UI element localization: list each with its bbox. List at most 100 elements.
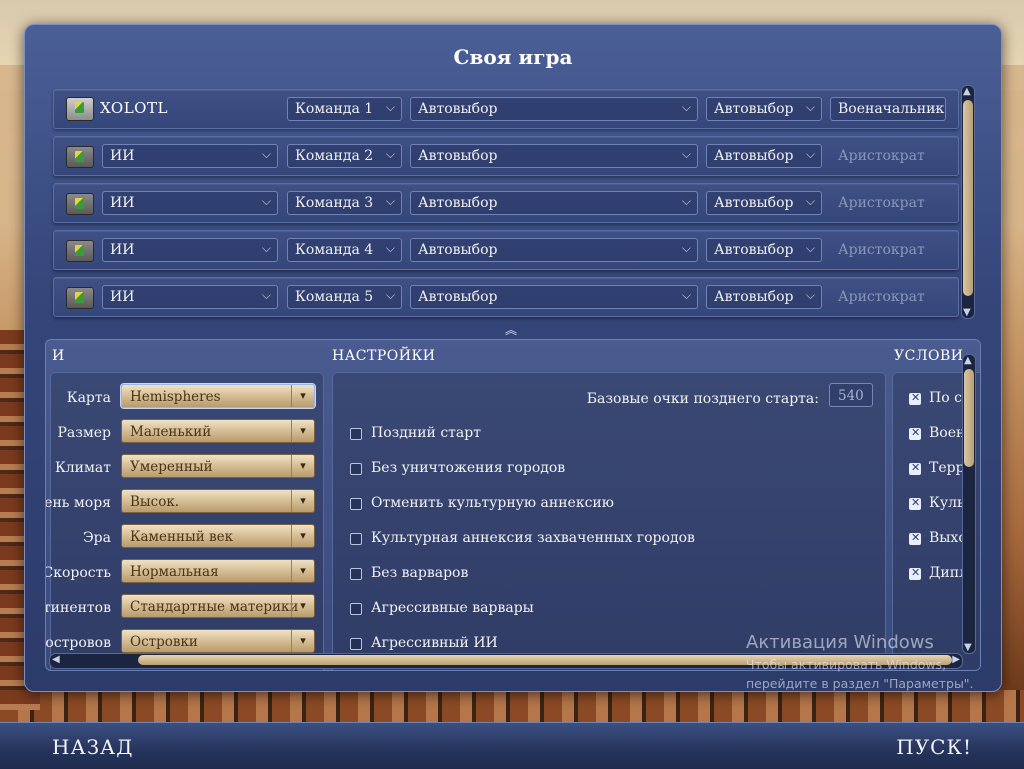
difficulty-select[interactable]: Военачальник ⌵: [830, 97, 946, 121]
option-label: Эра: [82, 530, 111, 546]
back-button[interactable]: НАЗАД: [52, 735, 133, 759]
handicap-select[interactable]: Автовыбор ⌵: [706, 97, 822, 121]
chevron-down-icon: ⌵: [261, 147, 271, 161]
player-type-select[interactable]: ИИ ⌵: [102, 191, 278, 215]
chevron-down-icon: ⌵: [261, 194, 271, 208]
civ-select[interactable]: Автовыбор ⌵: [410, 144, 698, 168]
team-select[interactable]: Команда 4 ⌵: [287, 238, 402, 262]
climate-select[interactable]: Умеренный ▾: [121, 454, 315, 478]
player-row: XOLOTL Команда 1 ⌵ Автовыбор ⌵ Автовыбор ⌵ …: [53, 89, 959, 129]
leader-portrait-icon[interactable]: [66, 97, 94, 121]
option-label: островов: [45, 635, 111, 651]
scroll-up-icon[interactable]: ▲: [964, 355, 972, 366]
players-scrollbar[interactable]: ▲ ▼: [961, 85, 975, 319]
player-row: ИИ ⌵ Команда 2 ⌵ Автовыбор ⌵ Автовыбор ⌵ Ари…: [53, 136, 959, 176]
handicap-select[interactable]: Автовыбор ⌵: [706, 285, 822, 309]
scroll-down-icon[interactable]: ▼: [963, 307, 971, 318]
leader-portrait-icon[interactable]: [66, 240, 94, 262]
checkbox-label: Без варваров: [371, 565, 469, 581]
victory-checkbox[interactable]: [909, 426, 921, 440]
player-row: ИИ ⌵ Команда 5 ⌵ Автовыбор ⌵ Автовыбор ⌵ Ари…: [53, 277, 959, 317]
era-select[interactable]: Каменный век ▾: [121, 524, 315, 548]
leader-portrait-icon[interactable]: [66, 287, 94, 309]
chevron-down-icon: ⌵: [385, 147, 395, 161]
checkbox-label: Без уничтожения городов: [371, 460, 566, 476]
player-type-select[interactable]: ИИ ⌵: [102, 144, 278, 168]
chevron-down-icon: ⌵: [929, 100, 939, 114]
map-options-header: И: [52, 348, 65, 364]
chevron-down-icon: ⌵: [385, 194, 395, 208]
chevron-down-icon: ▾: [291, 490, 314, 512]
civ-select[interactable]: Автовыбор ⌵: [410, 238, 698, 262]
chevron-down-icon: ⌵: [805, 288, 815, 302]
chevron-down-icon: ⌵: [385, 241, 395, 255]
chevron-down-icon: ⌵: [681, 100, 691, 114]
chevron-down-icon: ▾: [291, 420, 314, 442]
handicap-select[interactable]: Автовыбор ⌵: [706, 238, 822, 262]
aggressive-barbarians-checkbox[interactable]: [350, 603, 362, 615]
victory-checkbox[interactable]: [909, 531, 921, 545]
no-city-razing-checkbox[interactable]: [350, 463, 362, 475]
checkbox-label: Поздний старт: [371, 425, 481, 441]
page-title: Своя игра: [453, 45, 573, 69]
cultural-annex-captured-checkbox[interactable]: [350, 533, 362, 545]
chevron-down-icon: ⌵: [805, 147, 815, 161]
team-select[interactable]: Команда 1 ⌵: [287, 97, 402, 121]
scroll-up-icon[interactable]: ▲: [963, 86, 971, 97]
chevron-down-icon: ▾: [291, 630, 314, 652]
chevron-down-icon: ⌵: [681, 147, 691, 161]
team-select[interactable]: Команда 5 ⌵: [287, 285, 402, 309]
victory-checkbox[interactable]: [909, 391, 921, 405]
team-select[interactable]: Команда 2 ⌵: [287, 144, 402, 168]
custom-game-panel: Своя игра XOLOTL Команда 1 ⌵ Автовыбор ⌵ А…: [24, 24, 1002, 692]
checkbox-label: По с: [929, 390, 962, 406]
player-type-select[interactable]: ИИ ⌵: [102, 238, 278, 262]
checkbox-label: Культурная аннексия захваченных городов: [371, 530, 695, 546]
chevron-down-icon: ▾: [291, 455, 314, 477]
settings-header: НАСТРОЙКИ: [332, 348, 436, 364]
scroll-left-icon[interactable]: ◀: [52, 654, 60, 665]
collapse-chevron-icon[interactable]: ︽: [505, 321, 517, 338]
late-start-checkbox[interactable]: [350, 428, 362, 440]
no-cultural-annex-checkbox[interactable]: [350, 498, 362, 510]
victory-checkbox[interactable]: [909, 461, 921, 475]
handicap-select[interactable]: Автовыбор ⌵: [706, 191, 822, 215]
option-label: ень моря: [45, 495, 111, 511]
option-label: Климат: [54, 460, 111, 476]
map-options-panel: Карта Hemispheres ▾ Размер Маленький ▾ Кли…: [46, 372, 324, 670]
victory-checkbox[interactable]: [909, 566, 921, 580]
options-scrollbar[interactable]: ▲ ▼: [962, 354, 976, 654]
checkbox-label: Агрессивные варвары: [371, 600, 534, 616]
player-type-select[interactable]: ИИ ⌵: [102, 285, 278, 309]
speed-select[interactable]: Нормальная ▾: [121, 559, 315, 583]
islands-select[interactable]: Островки ▾: [121, 629, 315, 653]
map-size-select[interactable]: Маленький ▾: [121, 419, 315, 443]
option-label: тинентов: [45, 600, 111, 616]
checkbox-label: Куль: [929, 495, 965, 511]
aggressive-ai-checkbox[interactable]: [350, 638, 362, 650]
continents-select[interactable]: Стандартные материки ▾: [121, 594, 315, 618]
leader-portrait-icon[interactable]: [66, 146, 94, 168]
civ-select[interactable]: Автовыбор ⌵: [410, 285, 698, 309]
options-scrollbar-thumb[interactable]: [964, 369, 974, 467]
chevron-down-icon: ⌵: [805, 100, 815, 114]
team-select[interactable]: Команда 3 ⌵: [287, 191, 402, 215]
no-barbarians-checkbox[interactable]: [350, 568, 362, 580]
victory-conditions-header: УСЛОВИ: [894, 348, 964, 364]
chevron-down-icon: ⌵: [385, 100, 395, 114]
map-type-select[interactable]: Hemispheres ▾: [121, 384, 315, 408]
victory-checkbox[interactable]: [909, 496, 921, 510]
chevron-down-icon: ⌵: [805, 194, 815, 208]
civ-select[interactable]: Автовыбор ⌵: [410, 191, 698, 215]
handicap-select[interactable]: Автовыбор ⌵: [706, 144, 822, 168]
checkbox-label: Терр: [929, 460, 965, 476]
players-scrollbar-thumb[interactable]: [963, 100, 973, 296]
start-button[interactable]: ПУСК!: [896, 735, 972, 759]
civ-select[interactable]: Автовыбор ⌵: [410, 97, 698, 121]
sea-level-select[interactable]: Высок. ▾: [121, 489, 315, 513]
difficulty-label: Аристократ: [838, 242, 925, 258]
late-start-points-input[interactable]: 540: [829, 383, 873, 407]
chevron-down-icon: ⌵: [681, 288, 691, 302]
chevron-down-icon: ⌵: [805, 241, 815, 255]
leader-portrait-icon[interactable]: [66, 193, 94, 215]
